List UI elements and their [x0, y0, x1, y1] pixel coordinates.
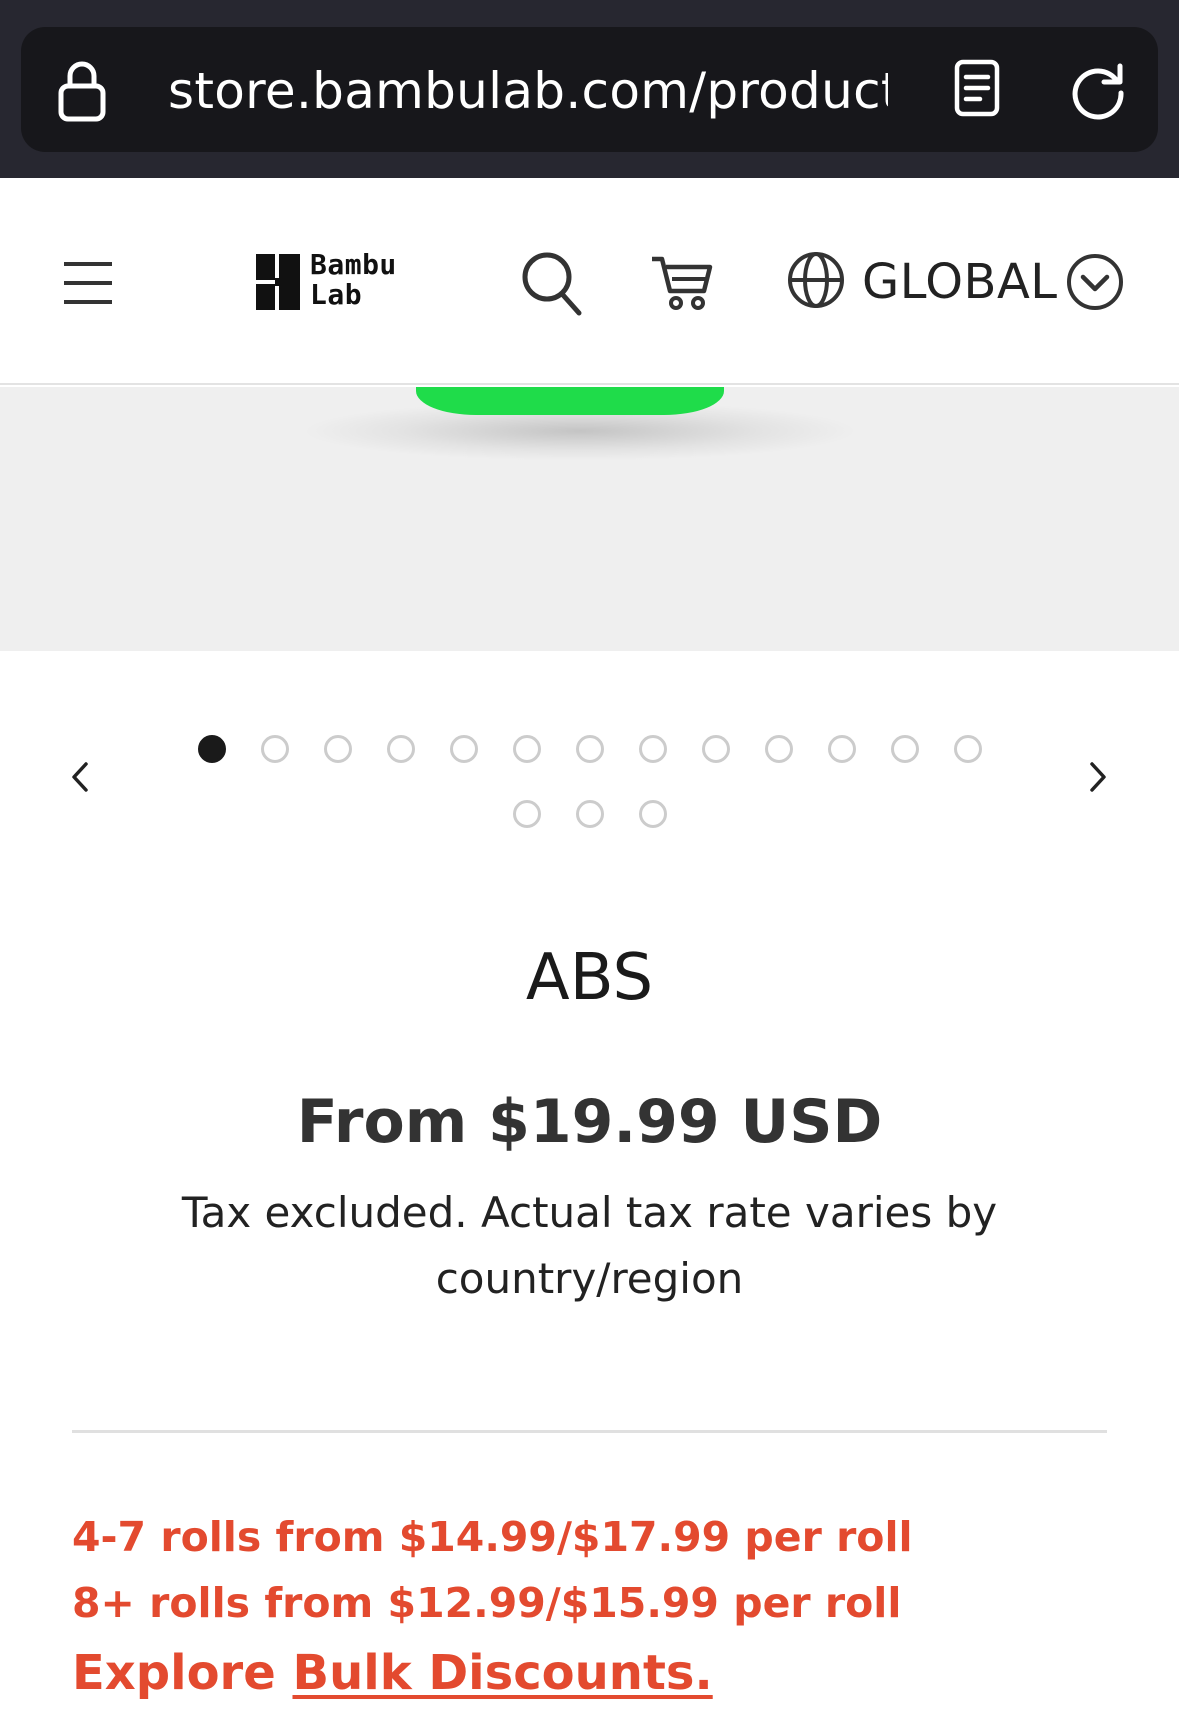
chevron-down-circle-icon[interactable]	[1065, 252, 1125, 312]
chevron-right-icon[interactable]	[1080, 752, 1116, 802]
cart-icon[interactable]	[650, 253, 714, 311]
divider	[72, 1430, 1107, 1433]
logo-text-line1: Bambu	[310, 248, 397, 281]
carousel-dot[interactable]	[386, 735, 415, 763]
explore-bulk-discounts: Explore Bulk Discounts.	[72, 1640, 713, 1706]
carousel-dot[interactable]	[575, 800, 604, 828]
hamburger-menu-icon[interactable]	[62, 258, 114, 308]
product-image-filament-spool	[416, 387, 724, 415]
carousel-dot[interactable]	[512, 735, 541, 763]
carousel-dot[interactable]	[890, 735, 919, 763]
logo-text: Bambu Lab	[310, 250, 450, 310]
explore-prefix: Explore	[72, 1645, 293, 1701]
bambu-lab-logo[interactable]: Bambu Lab	[256, 250, 448, 314]
bulk-discounts-link[interactable]: Bulk Discounts.	[292, 1645, 712, 1701]
bulk-pricing-line-1: 4-7 rolls from $14.99/$17.99 per roll	[72, 1513, 913, 1561]
product-price: From $19.99 USD	[296, 1087, 883, 1157]
chevron-left-icon[interactable]	[62, 752, 98, 802]
globe-icon[interactable]	[786, 250, 846, 310]
carousel-dot[interactable]	[701, 735, 730, 763]
region-selector-label[interactable]: GLOBAL	[862, 252, 1058, 312]
search-icon[interactable]	[520, 250, 582, 316]
browser-toolbar: store.bambulab.com/product…	[0, 0, 1179, 178]
carousel-dot[interactable]	[827, 735, 856, 763]
logo-text-line2: Lab	[310, 278, 363, 311]
carousel-dot[interactable]	[197, 735, 226, 763]
carousel-dot[interactable]	[953, 735, 982, 763]
product-image[interactable]	[0, 387, 1179, 651]
carousel-dot[interactable]	[575, 735, 604, 763]
carousel-dot[interactable]	[449, 735, 478, 763]
tax-note: Tax excluded. Actual tax rate varies by …	[181, 1188, 998, 1303]
carousel-dot[interactable]	[638, 735, 667, 763]
lock-icon	[58, 61, 106, 122]
carousel-dot[interactable]	[512, 800, 541, 828]
url-text[interactable]: store.bambulab.com/product…	[168, 57, 888, 125]
product-title: ABS	[525, 941, 654, 1015]
carousel-dot[interactable]	[638, 800, 667, 828]
bambu-lab-logo-mark-icon	[256, 254, 300, 310]
site-header: Bambu Lab GLOBAL	[0, 178, 1179, 385]
bulk-pricing-line-2: 8+ rolls from $12.99/$15.99 per roll	[72, 1579, 902, 1627]
reader-mode-icon[interactable]	[953, 58, 1001, 118]
carousel-dot[interactable]	[764, 735, 793, 763]
carousel-dot[interactable]	[323, 735, 352, 763]
carousel-dot[interactable]	[260, 735, 289, 763]
reload-icon[interactable]	[1068, 60, 1128, 120]
